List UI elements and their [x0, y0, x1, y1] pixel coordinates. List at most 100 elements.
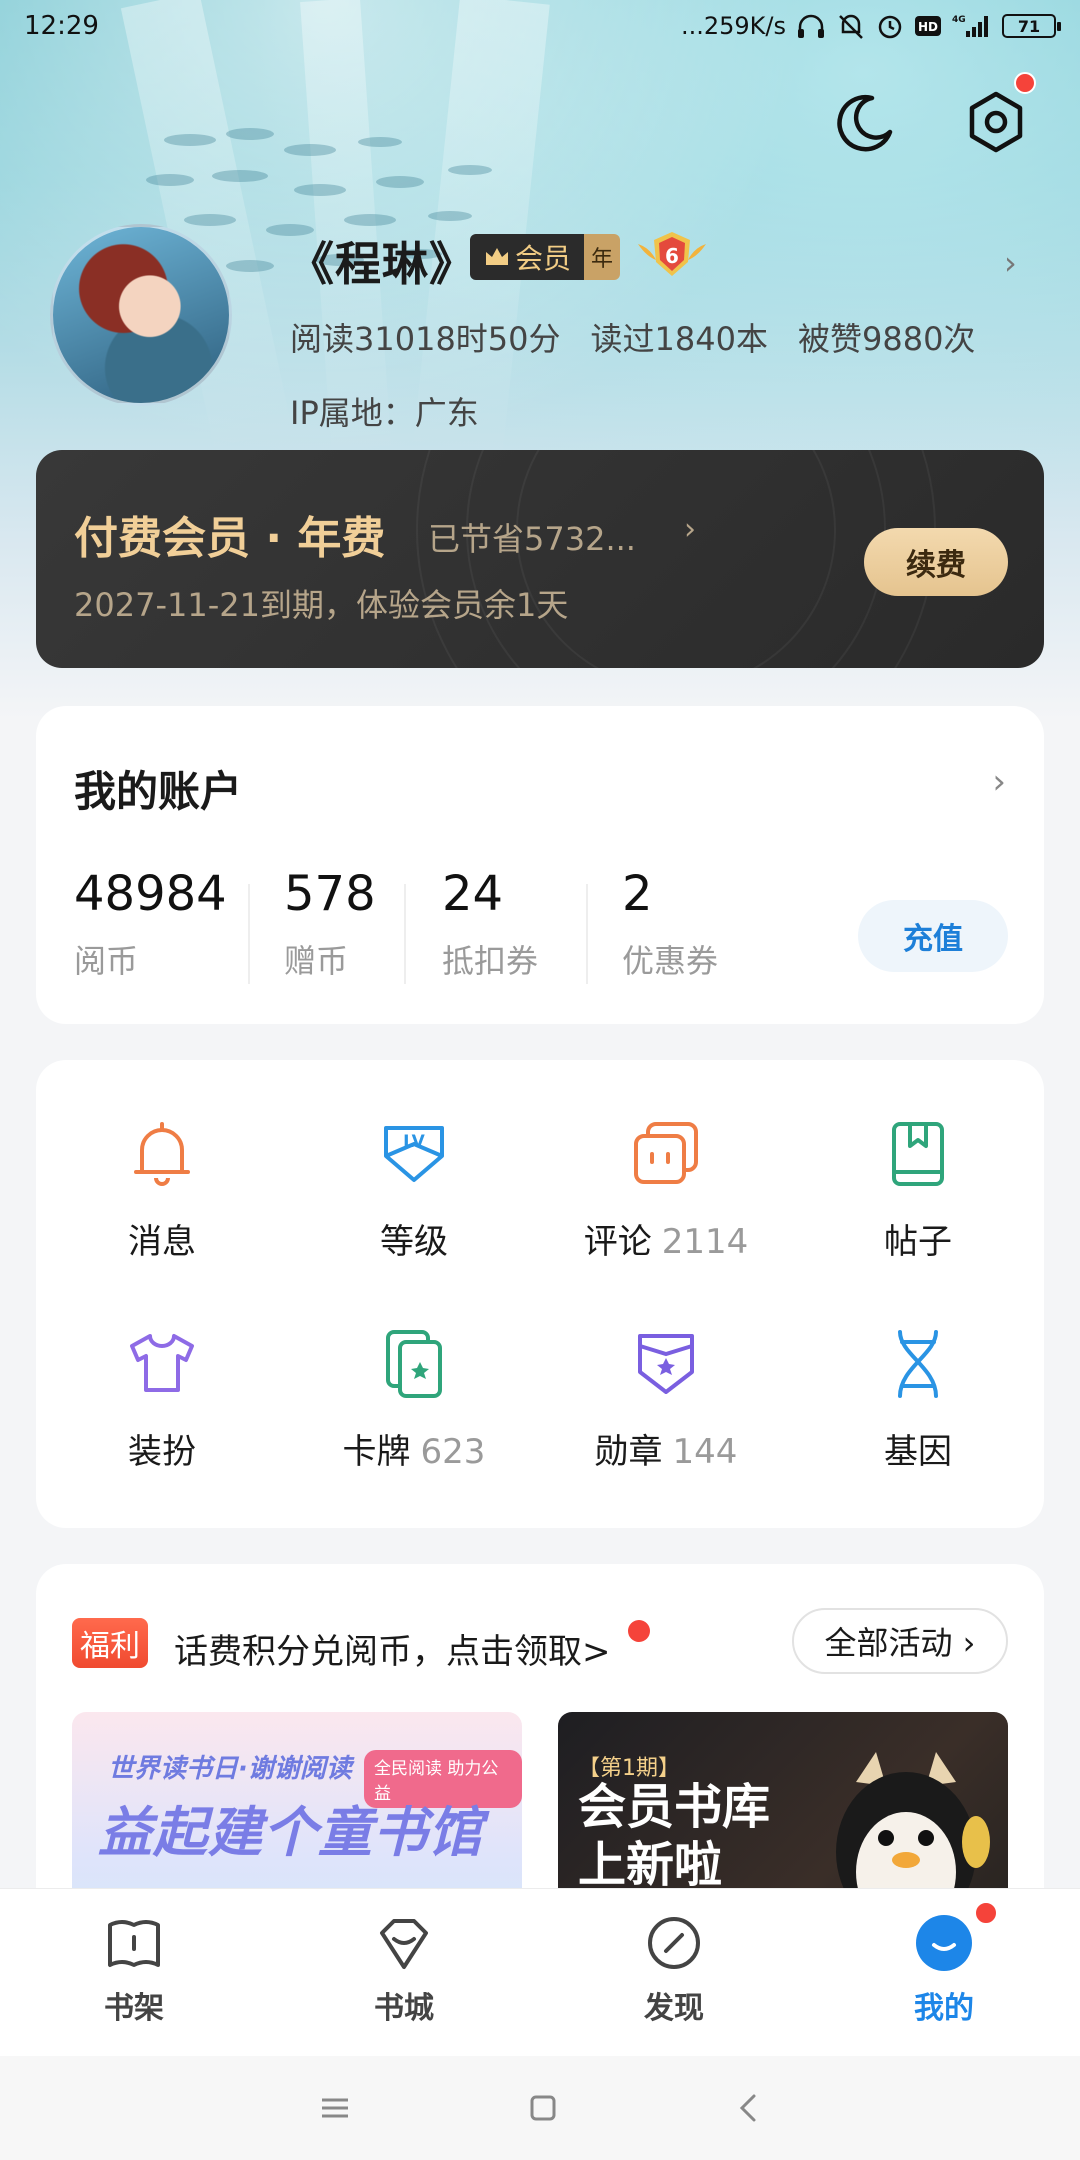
- coins-value: 48984: [74, 866, 227, 922]
- account-item-coins[interactable]: 48984 阅币: [74, 866, 227, 982]
- home-square-icon[interactable]: [529, 2094, 557, 2122]
- grid-item-medals[interactable]: 勋章 144: [540, 1324, 792, 1473]
- cards-count: 623: [420, 1432, 486, 1472]
- welfare-notification-dot: [628, 1620, 650, 1642]
- tshirt-icon: [130, 1334, 194, 1392]
- username[interactable]: 《程琳》: [288, 228, 476, 294]
- member-card[interactable]: 付费会员 · 年费 已节省5732... › 2027-11-21到期，体验会员…: [36, 450, 1044, 668]
- likes-count: 被赞9880次: [797, 320, 976, 358]
- vip-badge[interactable]: 会员 年: [470, 234, 620, 280]
- network-speed: ...259K/s: [680, 12, 786, 40]
- grid-label: 评论: [583, 1222, 652, 1262]
- nav-label: 书城: [374, 1991, 434, 2026]
- banner-headline-line-1: 会员书库: [578, 1779, 771, 1835]
- grid-item-level[interactable]: LV 等级: [288, 1114, 540, 1263]
- status-indicators: ...259K/s HD 4G 71: [680, 12, 1061, 40]
- divider: [248, 884, 250, 984]
- grid-label: 消息: [128, 1222, 196, 1262]
- level-badge-icon[interactable]: 6: [632, 226, 712, 282]
- grid-item-messages[interactable]: 消息: [36, 1114, 288, 1263]
- gift-coins-value: 578: [284, 866, 376, 922]
- account-item-coupons[interactable]: 2 优惠券: [622, 866, 718, 982]
- status-time: 12:29: [24, 11, 99, 41]
- nav-label: 书架: [104, 1991, 164, 2026]
- mute-bell-icon: [839, 14, 863, 39]
- night-mode-moon-icon[interactable]: [832, 90, 896, 154]
- svg-text:6: 6: [665, 244, 679, 268]
- svg-text:4G: 4G: [952, 15, 966, 25]
- profile-chevron-icon[interactable]: ›: [1004, 244, 1017, 282]
- vip-year-label: 年: [584, 234, 620, 280]
- back-icon[interactable]: [736, 2093, 760, 2123]
- me-notification-dot: [974, 1901, 998, 1925]
- recharge-button[interactable]: 充值: [858, 900, 1008, 972]
- menu-icon[interactable]: [320, 2096, 350, 2120]
- grid-label: 勋章: [594, 1432, 663, 1472]
- account-card: 我的账户 › 48984 阅币 578 赠币 24 抵扣券 2 优惠券 充值: [36, 706, 1044, 1024]
- account-chevron-icon[interactable]: ›: [992, 762, 1006, 802]
- member-saved-chevron-icon[interactable]: ›: [684, 512, 696, 547]
- account-title[interactable]: 我的账户: [74, 758, 242, 819]
- function-grid-card: 消息 LV 等级 评论 2114 帖子 装扮 卡牌 623 勋章 144 基因: [36, 1060, 1044, 1528]
- bottom-navigation: 书架 书城 发现 我的: [0, 1888, 1080, 2056]
- reading-stats: 阅读31018时50分 读过1840本 被赞9880次: [290, 314, 975, 360]
- nav-item-discover[interactable]: 发现: [574, 1911, 774, 2027]
- bookstore-icon: [380, 1919, 428, 1969]
- me-icon: [916, 1915, 972, 1971]
- settings-gear-icon[interactable]: [964, 90, 1028, 154]
- welfare-tag: 福利: [72, 1618, 148, 1668]
- all-activities-button[interactable]: 全部活动 ›: [792, 1608, 1008, 1674]
- battery-icon: 71: [1002, 14, 1061, 38]
- renew-button[interactable]: 续费: [864, 528, 1008, 596]
- level-shield-icon: LV: [384, 1126, 444, 1182]
- banner-headline: 会员书库 上新啦: [578, 1778, 770, 1894]
- headphones-icon: [798, 14, 824, 38]
- welfare-promo-link[interactable]: 话费积分兑阅币，点击领取>: [174, 1624, 611, 1673]
- account-item-deduction-vouchers[interactable]: 24 抵扣券: [442, 866, 538, 982]
- account-item-gift-coins[interactable]: 578 赠币: [284, 866, 376, 982]
- member-title: 付费会员 · 年费: [74, 513, 386, 564]
- status-bar: 12:29 ...259K/s HD 4G 71: [0, 0, 1080, 52]
- ip-location: IP属地：广东: [290, 394, 479, 432]
- post-book-icon: [892, 1122, 944, 1186]
- member-saved[interactable]: 已节省5732...: [428, 514, 636, 560]
- nav-item-me[interactable]: 我的: [844, 1911, 1044, 2027]
- gift-coins-label: 赠币: [284, 942, 349, 980]
- grid-item-dressup[interactable]: 装扮: [36, 1324, 288, 1473]
- comment-icon: [634, 1122, 698, 1184]
- books-read: 读过1840本: [590, 320, 768, 358]
- coins-label: 阅币: [74, 942, 139, 980]
- divider: [586, 884, 588, 984]
- bookshelf-icon: [108, 1920, 160, 1967]
- avatar[interactable]: [50, 224, 232, 406]
- grid-label: 帖子: [884, 1222, 952, 1262]
- banner-headline: 益起建个童书馆: [98, 1801, 483, 1864]
- grid-label: 基因: [884, 1432, 952, 1472]
- comments-count: 2114: [661, 1222, 749, 1262]
- nav-label: 我的: [914, 1991, 974, 2026]
- grid-item-genes[interactable]: 基因: [792, 1324, 1044, 1473]
- settings-notification-dot: [1014, 72, 1036, 94]
- grid-label: 等级: [380, 1222, 448, 1262]
- system-navigation-bar: [0, 2056, 1080, 2160]
- deduction-vouchers-value: 24: [442, 866, 504, 922]
- alarm-icon: [878, 15, 902, 39]
- grid-label: 卡牌: [342, 1432, 411, 1472]
- nav-item-bookshelf[interactable]: 书架: [34, 1911, 234, 2027]
- medal-icon: [638, 1334, 694, 1394]
- bell-icon: [134, 1122, 190, 1186]
- signal-4g-icon: 4G: [952, 15, 988, 37]
- svg-text:LV: LV: [403, 1132, 425, 1152]
- grid-item-cards[interactable]: 卡牌 623: [288, 1324, 540, 1473]
- dna-icon: [898, 1330, 938, 1398]
- battery-level: 71: [1017, 16, 1041, 36]
- nav-item-bookstore[interactable]: 书城: [304, 1911, 504, 2027]
- divider: [404, 884, 406, 984]
- grid-item-posts[interactable]: 帖子: [792, 1114, 1044, 1263]
- grid-item-comments[interactable]: 评论 2114: [540, 1114, 792, 1263]
- svg-text:HD: HD: [918, 20, 938, 34]
- coupons-label: 优惠券: [622, 942, 719, 980]
- discover-compass-icon: [648, 1917, 700, 1969]
- banner-top-text: 世界读书日·谢谢阅读: [108, 1754, 352, 1784]
- nav-label: 发现: [644, 1991, 704, 2026]
